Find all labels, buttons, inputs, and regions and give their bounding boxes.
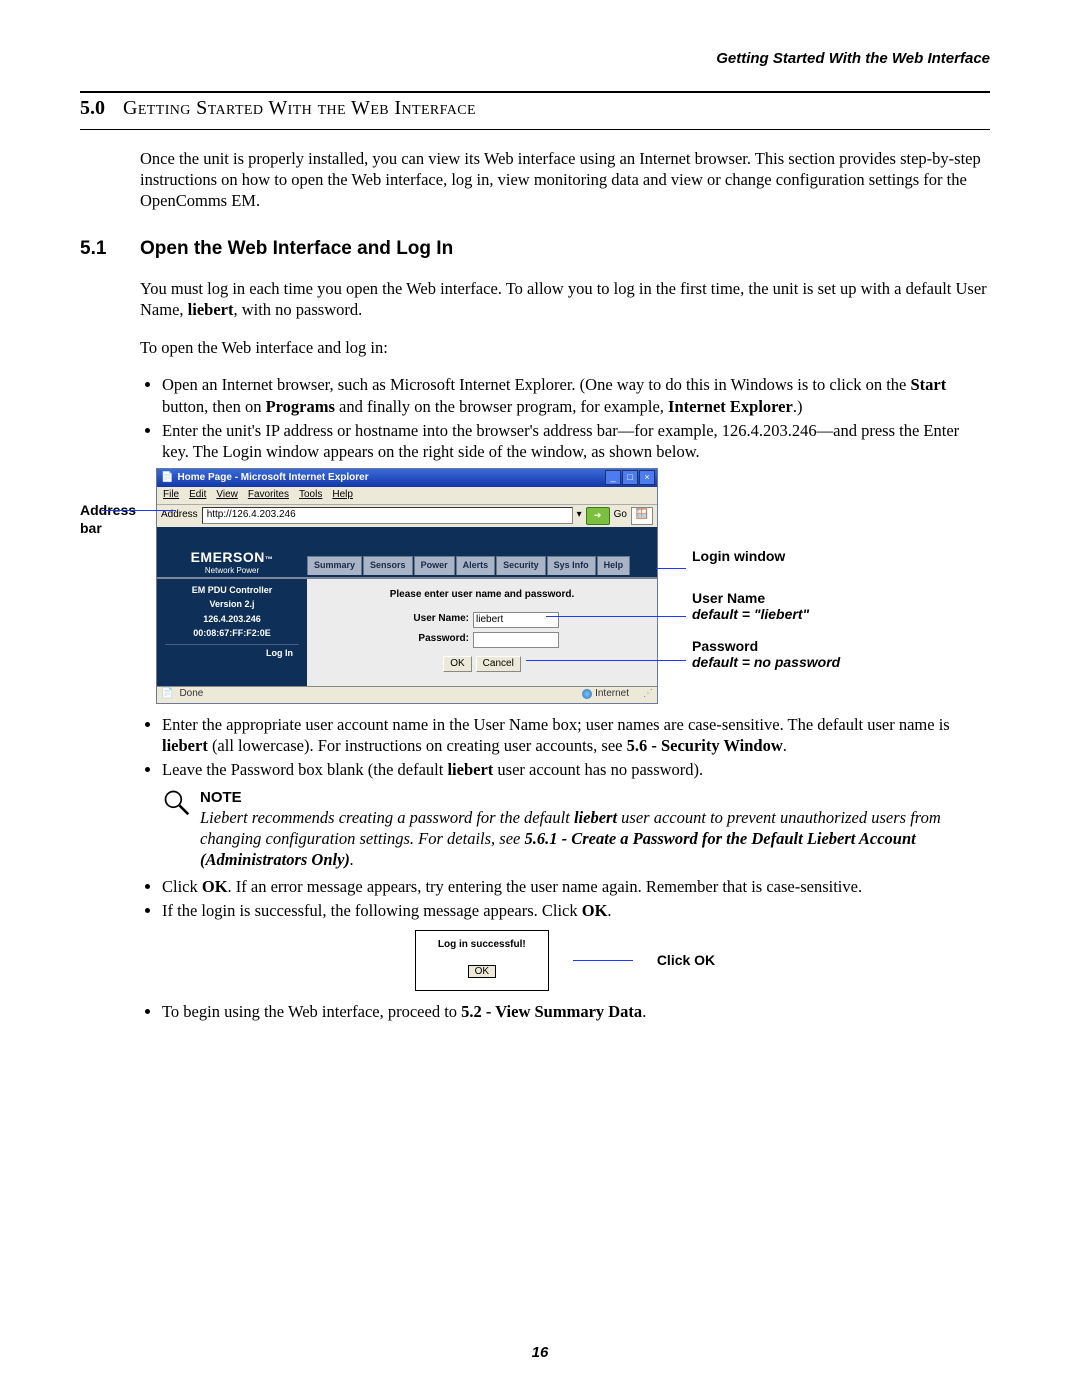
pointer-line: [102, 510, 176, 512]
tab-power[interactable]: Power: [414, 556, 455, 575]
brand-subtitle: Network Power: [157, 566, 307, 576]
pointer-line: [526, 660, 686, 662]
globe-icon: [582, 689, 592, 699]
note-text: Liebert recommends creating a password f…: [200, 807, 990, 870]
section-5-0-heading: 5.0 Getting Started With the Web Interfa…: [80, 91, 990, 130]
sidebar-line-3: 126.4.203.246: [157, 614, 307, 626]
page-icon: 📄: [161, 472, 173, 485]
status-done: Done: [179, 688, 203, 701]
section-title: Getting Started With the Web Interface: [123, 97, 476, 125]
page-number: 16: [0, 1344, 1080, 1361]
cancel-button[interactable]: Cancel: [476, 656, 521, 672]
window-titlebar: 📄 Home Page - Microsoft Internet Explore…: [157, 469, 657, 487]
tab-sensors[interactable]: Sensors: [363, 556, 413, 575]
bullet-leave-password-blank: Leave the Password box blank (the defaul…: [162, 759, 990, 780]
menu-tools[interactable]: Tools: [299, 489, 322, 502]
menu-file[interactable]: File: [163, 489, 179, 502]
subsection-title: Open the Web Interface and Log In: [140, 237, 453, 261]
pointer-line: [656, 568, 686, 570]
sidebar-line-2: Version 2.j: [157, 599, 307, 611]
menu-edit[interactable]: Edit: [189, 489, 206, 502]
tab-sysinfo[interactable]: Sys Info: [547, 556, 596, 575]
note-block: NOTE Liebert recommends creating a passw…: [162, 788, 990, 871]
bullet-click-ok: Click OK. If an error message appears, t…: [162, 876, 990, 897]
callout-click-ok: Click OK: [657, 952, 715, 970]
password-input[interactable]: [473, 632, 559, 648]
callout-login-window: Login window: [692, 548, 892, 564]
status-bar: 📄 Done Internet ⋰: [157, 686, 657, 703]
callout-password: Password: [692, 638, 892, 654]
address-bar: Address http://126.4.203.246 ▾ ➔ Go 🪟: [157, 504, 657, 527]
go-label: Go: [614, 509, 627, 522]
brand-block: EMERSON™ Network Power: [157, 541, 307, 577]
callout-username-default: default = "liebert": [692, 606, 892, 624]
tab-alerts[interactable]: Alerts: [456, 556, 496, 575]
bullet-enter-ip: Enter the unit's IP address or hostname …: [162, 420, 990, 462]
bullet-login-success: If the login is successful, the followin…: [162, 900, 990, 921]
password-label: Password:: [405, 633, 469, 646]
success-message: Log in successful!: [416, 939, 548, 952]
callout-username: User Name: [692, 590, 892, 606]
dialog-ok-button[interactable]: OK: [468, 965, 496, 978]
brand-name: EMERSON™: [157, 549, 307, 567]
login-window: Please enter user name and password. Use…: [307, 579, 657, 686]
sidebar-line-1: EM PDU Controller: [157, 585, 307, 597]
sidebar-line-4: 00:08:67:FF:F2:0E: [157, 628, 307, 640]
section-number: 5.0: [80, 97, 105, 125]
windows-flag-icon: 🪟: [631, 507, 653, 525]
para-login-intro: You must log in each time you open the W…: [140, 278, 990, 320]
menubar: File Edit View Favorites Tools Help: [157, 487, 657, 504]
nav-tabs: Summary Sensors Power Alerts Security Sy…: [307, 556, 657, 577]
magnifier-icon: [162, 788, 190, 816]
menu-view[interactable]: View: [216, 489, 238, 502]
bullet-proceed: To begin using the Web interface, procee…: [162, 1001, 990, 1022]
login-prompt: Please enter user name and password.: [307, 589, 657, 602]
subsection-5-1-heading: 5.1 Open the Web Interface and Log In: [140, 237, 990, 261]
done-icon: 📄: [161, 688, 173, 701]
callout-password-default: default = no password: [692, 654, 892, 672]
subsection-number: 5.1: [80, 237, 118, 261]
close-button[interactable]: ×: [639, 470, 655, 485]
callout-address-bar: Address bar: [80, 502, 150, 538]
section-intro: Once the unit is properly installed, you…: [140, 148, 990, 211]
sidebar-info: EM PDU Controller Version 2.j 126.4.203.…: [157, 579, 307, 686]
pointer-line: [573, 960, 633, 962]
tab-security[interactable]: Security: [496, 556, 546, 575]
minimize-button[interactable]: _: [605, 470, 621, 485]
ok-button[interactable]: OK: [443, 656, 471, 672]
note-heading: NOTE: [200, 788, 990, 807]
tab-summary[interactable]: Summary: [307, 556, 362, 575]
dropdown-icon[interactable]: ▾: [577, 509, 582, 522]
menu-favorites[interactable]: Favorites: [248, 489, 289, 502]
bullet-open-browser: Open an Internet browser, such as Micros…: [162, 374, 990, 416]
address-input[interactable]: http://126.4.203.246: [202, 507, 573, 524]
success-dialog: Log in successful! OK: [415, 930, 549, 992]
maximize-button[interactable]: □: [622, 470, 638, 485]
window-title: Home Page - Microsoft Internet Explorer: [177, 472, 601, 485]
menu-help[interactable]: Help: [332, 489, 353, 502]
resize-grip-icon: ⋰: [643, 688, 653, 701]
pointer-line: [546, 616, 686, 618]
go-button[interactable]: ➔: [586, 507, 610, 525]
browser-screenshot: 📄 Home Page - Microsoft Internet Explore…: [156, 468, 658, 704]
status-zone: Internet: [582, 688, 629, 701]
sidebar-login-link[interactable]: Log In: [165, 644, 299, 660]
username-input[interactable]: [473, 612, 559, 628]
username-label: User Name:: [405, 613, 469, 626]
para-open-steps: To open the Web interface and log in:: [140, 337, 990, 358]
bullet-enter-username: Enter the appropriate user account name …: [162, 714, 990, 756]
tab-help[interactable]: Help: [597, 556, 631, 575]
running-header: Getting Started With the Web Interface: [80, 50, 990, 67]
